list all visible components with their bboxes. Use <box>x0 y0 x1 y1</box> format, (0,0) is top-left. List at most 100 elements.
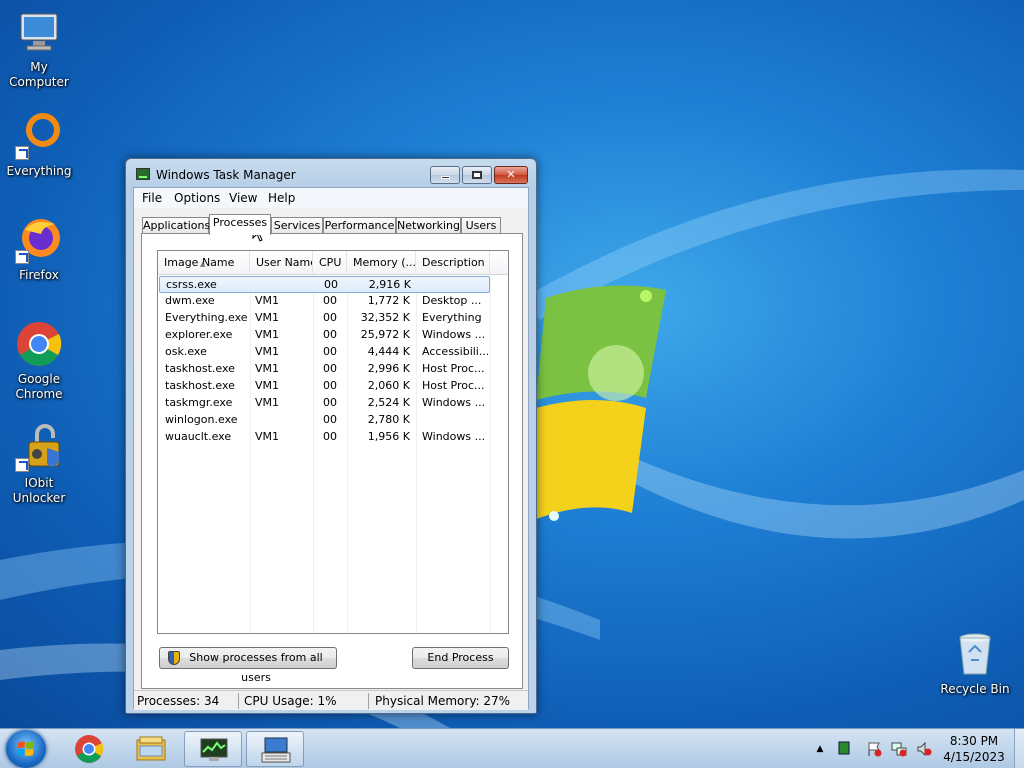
cell-user-name: VM1 <box>255 430 280 443</box>
chrome-icon <box>15 320 63 368</box>
table-row[interactable]: dwm.exe VM1 00 1,772 K Desktop ... <box>158 293 508 310</box>
minimize-icon <box>440 176 450 179</box>
taskbar-task-manager[interactable] <box>184 731 242 767</box>
window-client-area: File Options View Help Applications Proc… <box>133 187 529 710</box>
cell-user-name: VM1 <box>255 294 280 307</box>
task-manager-icon <box>200 738 228 761</box>
status-cpu-usage: CPU Usage: 1% <box>244 694 337 708</box>
network-icon[interactable] <box>891 741 907 757</box>
desktop-icon-firefox[interactable]: Firefox <box>0 216 78 283</box>
tab-processes[interactable]: Processes <box>209 214 271 235</box>
cell-cpu: 00 <box>323 413 337 426</box>
desktop-icon-my-computer[interactable]: My Computer <box>0 8 78 90</box>
close-button[interactable]: ✕ <box>494 166 528 184</box>
menu-help[interactable]: Help <box>268 191 295 205</box>
window-titlebar[interactable]: Windows Task Manager ✕ <box>126 159 536 187</box>
show-hidden-icons-button[interactable]: ▲ <box>812 741 828 757</box>
process-list[interactable]: Image Name ▲ User Name CPU Memory (... De… <box>157 250 509 634</box>
windows-start-icon <box>18 741 34 756</box>
status-divider <box>368 693 369 709</box>
cell-memory: 2,996 K <box>367 362 410 375</box>
maximize-button[interactable] <box>462 166 492 184</box>
table-row[interactable]: winlogon.exe 00 2,780 K <box>158 412 508 429</box>
table-row[interactable]: Everything.exe VM1 00 32,352 K Everything <box>158 310 508 327</box>
cell-memory: 2,060 K <box>367 379 410 392</box>
column-header-memory[interactable]: Memory (... <box>347 251 416 275</box>
volume-muted-icon[interactable] <box>916 741 932 757</box>
sort-up-icon: ▲ <box>200 260 206 268</box>
show-all-users-label: Show processes from all users <box>189 651 323 684</box>
system-clock[interactable]: 8:30 PM 4/15/2023 <box>940 733 1008 765</box>
taskbar-chrome[interactable] <box>60 731 118 767</box>
table-row[interactable]: explorer.exe VM1 00 25,972 K Windows ... <box>158 327 508 344</box>
column-header-image-name[interactable]: Image Name ▲ <box>158 251 250 275</box>
table-row[interactable]: taskmgr.exe VM1 00 2,524 K Windows ... <box>158 395 508 412</box>
shortcut-arrow-icon <box>15 458 29 472</box>
show-desktop-button[interactable] <box>1014 729 1024 768</box>
table-row[interactable]: taskhost.exe VM1 00 2,996 K Host Proc... <box>158 361 508 378</box>
taskbar-windows-explorer[interactable] <box>122 731 180 767</box>
cell-user-name: VM1 <box>255 328 280 341</box>
task-manager-icon <box>136 168 150 180</box>
table-row[interactable]: csrss.exe 00 2,916 K <box>159 276 490 293</box>
cell-image-name: wuauclt.exe <box>165 430 232 443</box>
tray-app-icon[interactable] <box>836 741 852 757</box>
tab-applications[interactable]: Applications <box>142 217 210 234</box>
cell-user-name: VM1 <box>255 396 280 409</box>
cell-image-name: taskhost.exe <box>165 379 235 392</box>
menu-bar: File Options View Help <box>134 188 528 208</box>
status-bar: Processes: 34 CPU Usage: 1% Physical Mem… <box>134 690 528 710</box>
tab-performance[interactable]: Performance <box>323 217 396 234</box>
cell-memory: 32,352 K <box>360 311 410 324</box>
cell-description: Host Proc... <box>422 379 485 392</box>
desktop-icon-everything[interactable]: Everything <box>0 112 78 179</box>
column-header-description[interactable]: Description <box>416 251 490 275</box>
desktop-icon-recycle-bin[interactable]: Recycle Bin <box>936 630 1014 697</box>
firefox-icon <box>15 216 63 264</box>
end-process-button[interactable]: End Process <box>412 647 509 669</box>
processes-panel: Image Name ▲ User Name CPU Memory (... De… <box>141 233 523 689</box>
tab-networking[interactable]: Networking <box>396 217 461 234</box>
show-all-users-button[interactable]: Show processes from all users <box>159 647 337 684</box>
table-row[interactable]: taskhost.exe VM1 00 2,060 K Host Proc... <box>158 378 508 395</box>
taskbar-on-screen-keyboard[interactable] <box>246 731 304 767</box>
cell-description: Windows ... <box>422 328 486 341</box>
menu-file[interactable]: File <box>142 191 162 205</box>
cell-image-name: csrss.exe <box>166 278 217 291</box>
tab-users[interactable]: Users <box>461 217 501 234</box>
desktop-icon-google-chrome[interactable]: Google Chrome <box>0 320 78 402</box>
cell-description: Everything <box>422 311 482 324</box>
desktop-icon-label: My Computer <box>9 60 69 89</box>
status-processes: Processes: 34 <box>137 694 220 708</box>
column-header-cpu[interactable]: CPU <box>313 251 347 275</box>
table-row[interactable]: osk.exe VM1 00 4,444 K Accessibili... <box>158 344 508 361</box>
keyboard-icon <box>261 737 291 763</box>
cell-description: Desktop ... <box>422 294 482 307</box>
cell-image-name: dwm.exe <box>165 294 215 307</box>
cell-user-name: VM1 <box>255 345 280 358</box>
menu-options[interactable]: Options <box>174 191 220 205</box>
cell-image-name: taskhost.exe <box>165 362 235 375</box>
cell-user-name: VM1 <box>255 379 280 392</box>
desktop-icon-iobit-unlocker[interactable]: IObit Unlocker <box>0 424 78 506</box>
cell-cpu: 00 <box>324 278 338 291</box>
maximize-icon <box>472 171 482 179</box>
everything-icon <box>15 112 63 160</box>
cell-memory: 4,444 K <box>367 345 410 358</box>
minimize-button[interactable] <box>430 166 460 184</box>
desktop-icon-label: Recycle Bin <box>940 682 1010 696</box>
tab-services[interactable]: Services <box>271 217 323 234</box>
cell-description: Host Proc... <box>422 362 485 375</box>
window-title: Windows Task Manager <box>156 168 296 182</box>
menu-view[interactable]: View <box>229 191 257 205</box>
cell-description: Windows ... <box>422 396 486 409</box>
table-row[interactable]: wuauclt.exe VM1 00 1,956 K Windows ... <box>158 429 508 446</box>
column-header-user-name[interactable]: User Name <box>250 251 313 275</box>
cell-cpu: 00 <box>323 379 337 392</box>
cell-user-name: VM1 <box>255 362 280 375</box>
start-button[interactable] <box>6 730 46 768</box>
unlock-icon <box>15 424 63 472</box>
action-center-flag-icon[interactable] <box>866 741 882 757</box>
cell-description: Accessibili... <box>422 345 488 358</box>
cell-cpu: 00 <box>323 362 337 375</box>
